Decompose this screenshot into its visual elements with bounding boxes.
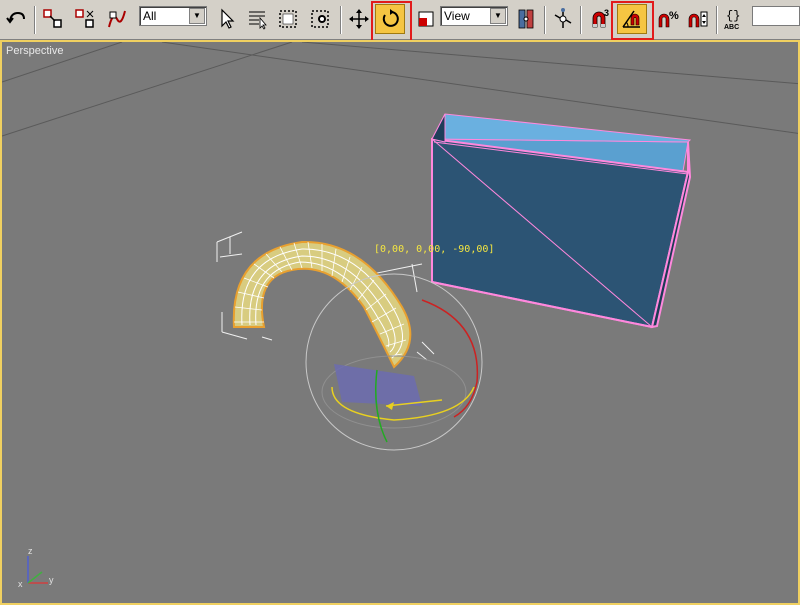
chevron-down-icon: ▼ [189, 8, 205, 24]
select-and-manipulate-icon[interactable] [548, 4, 578, 34]
toolbar-separator [580, 6, 582, 34]
snaps-toggle-icon[interactable]: 3 [584, 4, 614, 34]
spinner-snap-toggle-icon[interactable] [683, 4, 713, 34]
abc-label: ABC [724, 24, 739, 31]
select-and-move-icon[interactable] [344, 4, 374, 34]
axis-z-label: z [28, 546, 33, 556]
home-grid [2, 42, 798, 137]
named-selection-set-field[interactable] [752, 6, 800, 26]
bind-to-space-warp-icon[interactable] [102, 4, 132, 34]
undo-redo-icon[interactable] [2, 4, 32, 34]
chevron-down-icon: ▼ [490, 8, 506, 24]
toolbar-separator [340, 6, 342, 34]
selection-filter-value: All [143, 9, 157, 23]
axis-tripod [27, 556, 48, 584]
toolbar-separator [716, 6, 718, 34]
select-by-name-icon[interactable] [242, 4, 272, 34]
edit-named-selection-sets-icon[interactable]: {} ABC [720, 4, 750, 34]
snaps-dimension-label: 3 [604, 8, 609, 18]
rotation-readout: [0,00, 0,00, -90,00] [374, 244, 495, 255]
toolbar-separator [544, 6, 546, 34]
reference-coord-value: View [444, 9, 470, 23]
select-and-scale-icon[interactable] [411, 4, 441, 34]
window-crossing-icon[interactable] [305, 4, 335, 34]
torus-object [232, 240, 412, 369]
select-and-rotate-icon[interactable] [375, 4, 405, 34]
selection-filter-dropdown[interactable]: All ▼ [139, 6, 207, 26]
select-object-icon[interactable] [212, 4, 242, 34]
percent-label: % [669, 10, 679, 22]
axis-x-label: x [18, 579, 23, 589]
rectangular-selection-region-icon[interactable] [273, 4, 303, 34]
use-pivot-center-icon[interactable] [511, 4, 541, 34]
select-and-link-icon[interactable] [38, 4, 68, 34]
svg-text:{}: {} [726, 9, 740, 23]
main-toolbar: All ▼ View ▼ 3 % {} ABC [0, 0, 800, 42]
angle-snap-toggle-icon[interactable] [617, 4, 647, 34]
reference-coord-dropdown[interactable]: View ▼ [440, 6, 508, 26]
rotation-angle-sector [334, 364, 422, 406]
unlink-selection-icon[interactable] [70, 4, 100, 34]
box-object [431, 113, 692, 329]
perspective-viewport[interactable]: Perspective [0,00, 0,00, -90,00] z y x [0, 40, 800, 605]
viewport-scene [2, 42, 798, 584]
axis-y-label: y [49, 575, 54, 585]
percent-snap-toggle-icon[interactable]: % [653, 4, 683, 34]
viewport-label[interactable]: Perspective [6, 45, 63, 57]
toolbar-separator [34, 6, 36, 34]
